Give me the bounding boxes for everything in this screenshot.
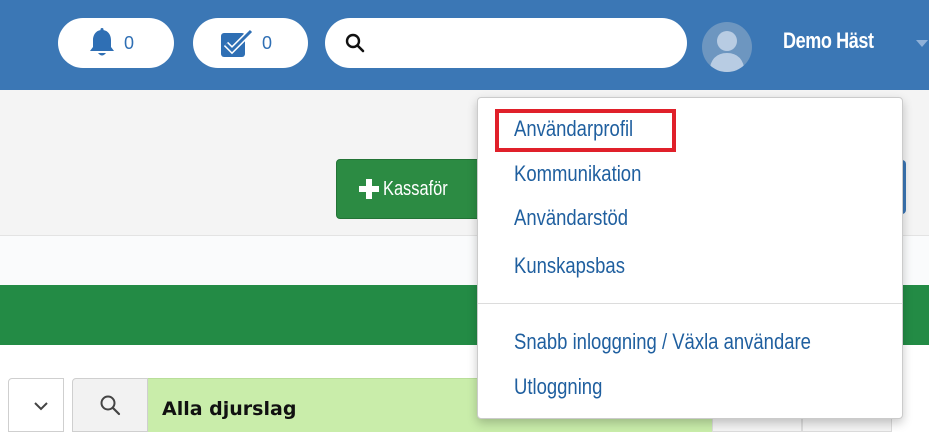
- menu-item-logout[interactable]: Utloggning: [514, 374, 602, 400]
- menu-divider: [478, 303, 902, 304]
- bell-icon: [88, 28, 116, 58]
- chevron-down-icon: [34, 402, 48, 411]
- plus-icon: [359, 179, 379, 199]
- caret-down-icon[interactable]: [916, 40, 928, 47]
- global-search[interactable]: [325, 18, 687, 68]
- search-icon: [345, 33, 365, 58]
- notifications-button[interactable]: 0: [58, 18, 174, 68]
- top-navigation-bar: 0 0 Demo Häst: [0, 0, 929, 90]
- new-sale-button[interactable]: Kassaför: [336, 159, 488, 219]
- user-menu-toggle[interactable]: Demo Häst: [783, 28, 874, 54]
- menu-item-communication[interactable]: Kommunikation: [514, 161, 641, 187]
- menu-item-user-support[interactable]: Användarstöd: [514, 205, 628, 231]
- search-input[interactable]: [375, 28, 669, 60]
- search-icon: [100, 395, 121, 416]
- filter-search-button[interactable]: [72, 378, 148, 432]
- species-filter-value: Alla djurslag: [162, 398, 297, 420]
- notifications-count: 0: [124, 32, 135, 53]
- menu-item-user-profile[interactable]: Användarprofil: [514, 116, 633, 142]
- user-dropdown-menu: Användarprofil Kommunikation Användarstö…: [477, 97, 903, 419]
- filter-select[interactable]: [8, 378, 64, 432]
- tasks-count: 0: [262, 32, 273, 53]
- tasks-button[interactable]: 0: [193, 18, 308, 68]
- new-sale-label: Kassaför: [383, 177, 448, 200]
- menu-item-knowledge-base[interactable]: Kunskapsbas: [514, 253, 625, 279]
- user-avatar-icon[interactable]: [702, 22, 752, 72]
- checkbox-icon: [220, 28, 254, 58]
- menu-item-quick-login[interactable]: Snabb inloggning / Växla användare: [514, 329, 811, 355]
